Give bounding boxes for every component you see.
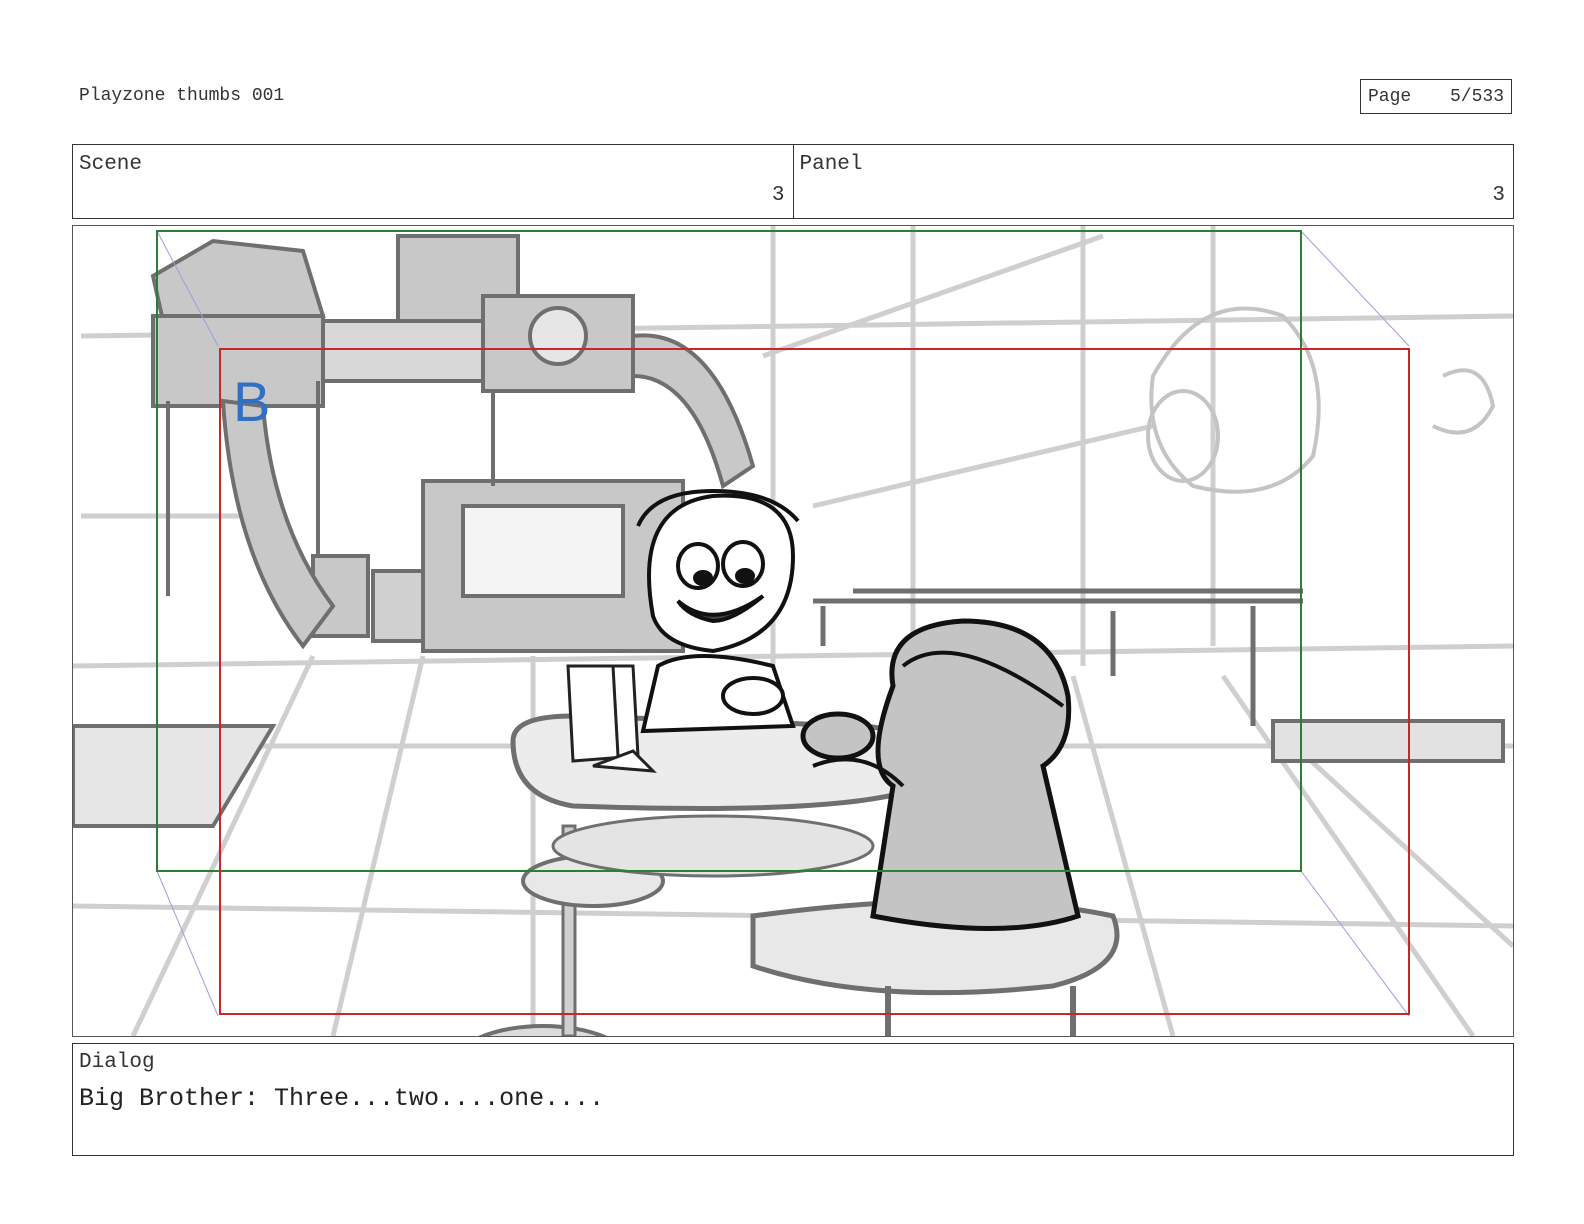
page-label: Page [1368, 86, 1412, 107]
panel-cell: Panel 3 [792, 145, 1514, 218]
wall-mural [1146, 306, 1496, 494]
scene-panel-header: Scene 3 Panel 3 [72, 144, 1514, 219]
bench-right-front [1271, 719, 1505, 763]
dialog-box: Dialog Big Brother: Three...two....one..… [72, 1043, 1514, 1156]
scene-label: Scene [79, 153, 143, 176]
page-number: 5/533 [1449, 86, 1504, 107]
dialog-text: Big Brother: Three...two....one.... [79, 1084, 605, 1113]
boy-character [636, 488, 800, 734]
dialog-label: Dialog [79, 1051, 155, 1074]
document-title: Playzone thumbs 001 [79, 86, 285, 106]
panel-label: Panel [799, 153, 863, 176]
panel-drawing: B [73, 226, 1513, 1036]
scene-cell: Scene 3 [73, 145, 793, 218]
page-indicator: Page 5/533 [1360, 79, 1512, 114]
layer-marker: B [233, 370, 270, 433]
storyboard-panel: B [72, 225, 1514, 1037]
scene-value: 3 [771, 184, 785, 207]
panel-value: 3 [1492, 184, 1505, 207]
table-left [73, 724, 277, 828]
